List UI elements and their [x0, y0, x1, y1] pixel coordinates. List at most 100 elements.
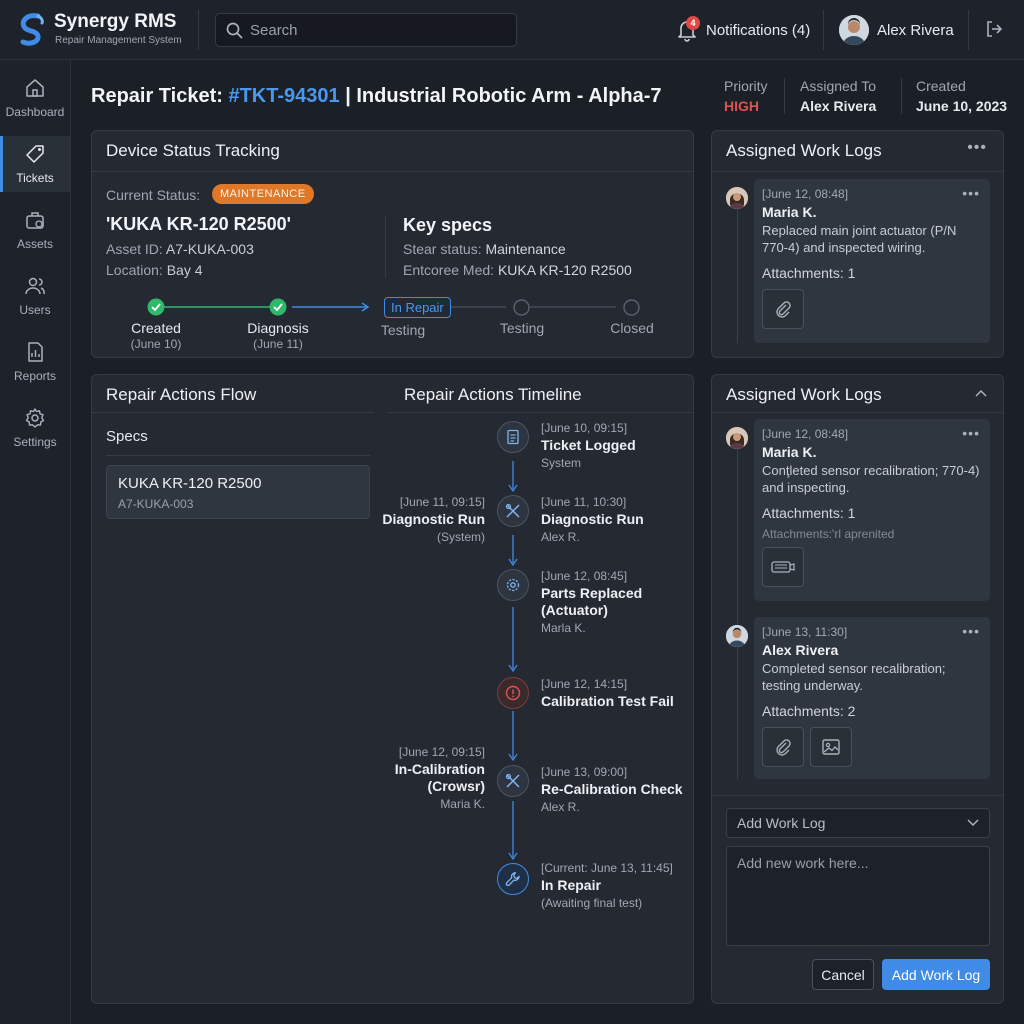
bell-icon: 4	[676, 16, 700, 42]
timeline-node-current[interactable]	[497, 863, 529, 895]
divider	[92, 412, 374, 413]
chevron-up-icon[interactable]	[975, 389, 987, 397]
work-logs-panel: Assigned Work Logs ••• [June 12, 08:48] …	[711, 130, 1004, 358]
work-log-entry[interactable]: [June 13, 11:30] ••• Alex Rivera Complet…	[754, 617, 990, 779]
attachment-thumbnail[interactable]	[810, 727, 852, 767]
timeline-entry: [June 11, 10:30] Diagnostic Run Alex R.	[541, 495, 644, 544]
sidebar: Dashboard Tickets Assets Users Reports S…	[0, 60, 71, 1024]
sidebar-item-settings[interactable]: Settings	[0, 400, 70, 456]
timeline-entry: [June 12, 14:15] Calibration Test Fail	[541, 677, 674, 709]
timeline-entry: [June 10, 09:15] Ticket Logged System	[541, 421, 636, 470]
sidebar-item-label: Dashboard	[5, 105, 65, 119]
tools-icon	[505, 773, 521, 789]
alert-icon	[505, 685, 521, 701]
sidebar-item-label: Assets	[16, 237, 53, 251]
work-log-textarea[interactable]	[726, 846, 990, 946]
avatar	[839, 15, 869, 45]
brand-subtitle: Repair Management System	[55, 35, 182, 46]
timeline-node[interactable]	[497, 569, 529, 601]
step-diagnosis-label: Diagnosis	[247, 320, 309, 336]
key-specs-title: Key specs	[403, 215, 493, 235]
timeline-node[interactable]	[497, 495, 529, 527]
spec-card[interactable]: KUKA KR-120 R2500 A7-KUKA-003	[106, 465, 370, 519]
timeline-entry: [June 12, 08:45] Parts Replaced (Actuato…	[541, 569, 643, 635]
paperclip-icon	[773, 299, 793, 319]
notification-count-badge: 4	[686, 16, 700, 30]
briefcase-icon	[24, 209, 46, 231]
step-testing-label: Testing	[499, 320, 545, 336]
sidebar-item-tickets[interactable]: Tickets	[0, 136, 70, 192]
search-input[interactable]	[250, 14, 510, 46]
spec-row: Entcoree Med: KUKA KR-120 R2500	[403, 262, 632, 278]
attachment-thumbnail[interactable]	[762, 547, 804, 587]
check-icon	[147, 298, 165, 316]
device-image-icon	[770, 558, 796, 576]
wrench-icon	[505, 871, 521, 887]
sidebar-item-reports[interactable]: Reports	[0, 334, 70, 390]
chevron-down-icon	[967, 819, 979, 827]
more-options-icon[interactable]: •••	[962, 425, 980, 441]
add-work-log-button[interactable]: Add Work Log	[882, 959, 990, 990]
timeline-node[interactable]	[497, 421, 529, 453]
sidebar-item-assets[interactable]: Assets	[0, 202, 70, 258]
logout-icon[interactable]	[984, 19, 1004, 39]
panel-title: Assigned Work Logs	[726, 141, 882, 160]
timeline-entry-current: [Current: June 13, 11:45] In Repair (Awa…	[541, 861, 673, 910]
work-logs-panel-expanded: Assigned Work Logs [June 12, 08:48] ••• …	[711, 374, 1004, 1004]
priority-meta: Priority HIGH	[724, 78, 768, 114]
created-value: June 10, 2023	[916, 98, 1008, 114]
notifications-button[interactable]: 4 Notifications (4)	[676, 14, 810, 46]
status-progress-tracker: In Repair Created (June 10) Diagnosis (J…	[106, 291, 682, 351]
page-title: Repair Ticket: #TKT-94301 | Industrial R…	[91, 85, 662, 107]
sidebar-item-dashboard[interactable]: Dashboard	[0, 70, 70, 126]
asset-name: 'KUKA KR-120 R2500'	[106, 214, 291, 234]
user-menu[interactable]: Alex Rivera	[839, 14, 954, 46]
ticket-id-link[interactable]: #TKT-94301	[228, 85, 339, 107]
sidebar-item-label: Settings	[13, 435, 57, 449]
gear-icon	[24, 407, 46, 429]
cancel-button[interactable]: Cancel	[812, 959, 874, 990]
work-log-entry[interactable]: [June 12, 08:48] ••• Maria K. Replaced m…	[754, 179, 990, 343]
more-options-icon[interactable]: •••	[962, 623, 980, 639]
more-options-icon[interactable]: •••	[962, 185, 980, 201]
work-log-entry[interactable]: [June 12, 08:48] ••• Maria K. Conţleted …	[754, 419, 990, 601]
spec-row: Stear status: Maintenance	[403, 241, 566, 257]
search-icon	[226, 22, 243, 39]
sidebar-item-users[interactable]: Users	[0, 268, 70, 324]
current-step-pill: In Repair	[384, 297, 451, 318]
divider	[968, 10, 969, 50]
divider	[92, 171, 693, 172]
avatar	[726, 427, 748, 449]
sidebar-item-label: Tickets	[16, 171, 54, 185]
asset-id: Asset ID: A7-KUKA-003	[106, 241, 254, 257]
divider	[901, 78, 902, 114]
step-created-date: (June 10)	[130, 337, 182, 351]
avatar	[726, 187, 748, 209]
attachment-thumbnail[interactable]	[762, 289, 804, 329]
step-current-sub: Testing	[380, 322, 426, 338]
document-icon	[505, 429, 521, 445]
tools-icon	[505, 503, 521, 519]
search-box[interactable]	[215, 13, 517, 47]
timeline-entry-left: [June 12, 09:15] In-Calibration (Crowsr)…	[394, 745, 485, 811]
created-meta: Created June 10, 2023	[916, 78, 1008, 114]
panel-title: Device Status Tracking	[106, 141, 280, 160]
pending-step-icon	[623, 299, 640, 316]
step-created-label: Created	[131, 320, 181, 336]
timeline-node[interactable]	[497, 677, 529, 709]
paperclip-icon	[773, 737, 793, 757]
divider	[712, 795, 1003, 796]
report-icon	[24, 341, 46, 363]
timeline-node[interactable]	[497, 765, 529, 797]
divider	[823, 10, 824, 50]
work-log-type-select[interactable]: Add Work Log	[726, 808, 990, 838]
avatar	[726, 625, 748, 647]
notifications-label: Notifications (4)	[706, 21, 811, 39]
step-closed-label: Closed	[610, 320, 654, 336]
tag-icon	[24, 143, 46, 165]
logo-icon	[16, 12, 46, 46]
attachment-thumbnail[interactable]	[762, 727, 804, 767]
check-icon	[269, 298, 287, 316]
more-options-icon[interactable]: •••	[967, 139, 987, 157]
divider	[385, 216, 386, 278]
